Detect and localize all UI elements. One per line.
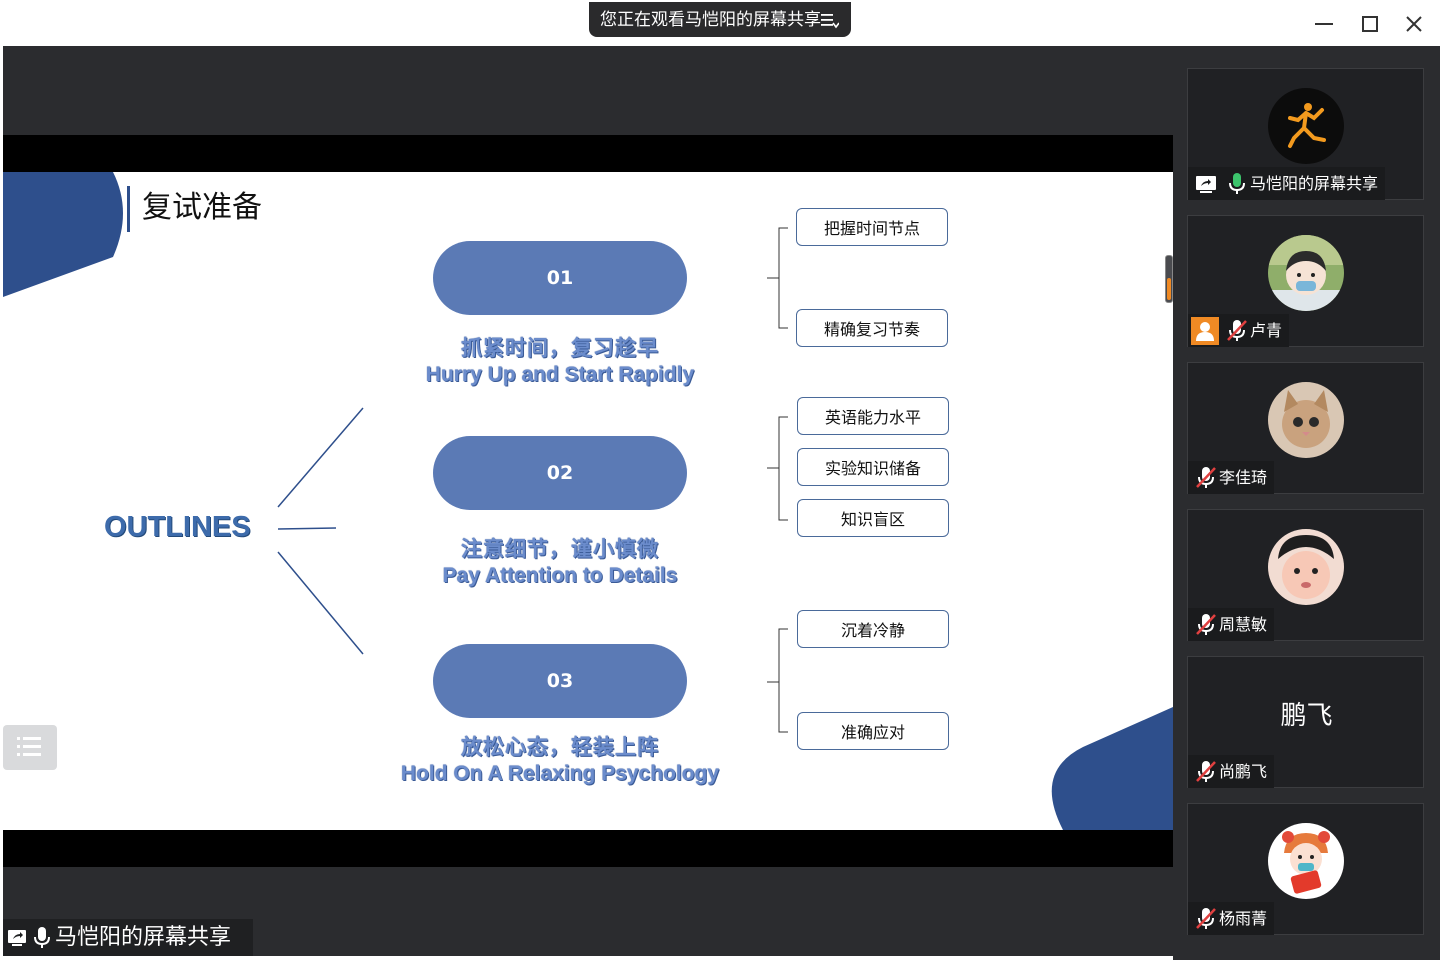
section-caption-en: Hurry Up and Start Rapidly <box>425 363 695 386</box>
section-caption-02: 注意细节，谨小慎微 Pay Attention to Details <box>360 537 760 589</box>
participant-tile[interactable]: 李佳琦 <box>1187 362 1424 494</box>
section-caption-cn: 放松心态，轻装上阵 <box>461 736 659 759</box>
section-pill-01: 01 <box>433 241 687 315</box>
child-face-avatar <box>1268 529 1344 605</box>
outline-item-box: 精确复习节奏 <box>796 309 948 347</box>
kitten-avatar <box>1268 382 1344 458</box>
microphone-muted-icon <box>1193 465 1219 491</box>
participant-name: 李佳琦 <box>1219 467 1268 487</box>
shared-screen-area: 复试准备 OUTLINES 01 抓紧时间，复习趁早 Hurry Up and … <box>3 46 1173 956</box>
screen-share-icon <box>8 930 26 946</box>
participant-tile[interactable]: 马恺阳的屏幕共享 <box>1187 68 1424 200</box>
participant-name: 马恺阳的屏幕共享 <box>1250 173 1379 193</box>
section-caption-03: 放松心态，轻装上阵 Hold On A Relaxing Psychology <box>360 735 760 787</box>
section-caption-en: Pay Attention to Details <box>442 564 678 587</box>
screen-share-banner[interactable]: 您正在观看马恺阳的屏幕共享 <box>589 2 851 37</box>
section-pill-02: 02 <box>433 436 687 510</box>
outline-item-box: 把握时间节点 <box>796 208 948 246</box>
participant-name: 尚鹏飞 <box>1219 761 1268 781</box>
participant-name: 卢青 <box>1250 320 1283 340</box>
participant-namebar: 马恺阳的屏幕共享 <box>1188 167 1386 200</box>
microphone-muted-icon <box>1193 612 1219 638</box>
participant-name: 杨雨菁 <box>1219 908 1268 928</box>
participant-sidebar: 马恺阳的屏幕共享 卢青 李佳琦 周慧敏 鹏飞 尚鹏飞 杨雨菁 <box>1165 46 1440 960</box>
participant-name: 周慧敏 <box>1219 614 1268 634</box>
slide-title: 复试准备 <box>142 190 262 225</box>
cartoon-face-avatar <box>1268 235 1344 311</box>
section-caption-01: 抓紧时间，复习趁早 Hurry Up and Start Rapidly <box>360 336 760 388</box>
microphone-icon <box>34 927 50 948</box>
outline-item-box: 实验知识储备 <box>797 448 949 486</box>
section-pill-03: 03 <box>433 644 687 718</box>
participant-namebar: 杨雨菁 <box>1188 902 1275 935</box>
presenter-name: 马恺阳的屏幕共享 <box>55 925 232 950</box>
participant-namebar: 李佳琦 <box>1188 461 1275 494</box>
banner-menu-icon[interactable] <box>819 10 839 30</box>
outline-item-box: 知识盲区 <box>797 499 949 537</box>
participant-namebar: 尚鹏飞 <box>1188 755 1275 788</box>
microphone-icon <box>1224 171 1250 197</box>
banner-text: 您正在观看马恺阳的屏幕共享 <box>600 10 821 30</box>
title-bar: 您正在观看马恺阳的屏幕共享 <box>0 0 1440 46</box>
outline-item-box: 沉着冷静 <box>797 610 949 648</box>
outlines-label: OUTLINES <box>104 511 251 543</box>
screen-share-icon <box>1193 171 1219 197</box>
section-caption-cn: 抓紧时间，复习趁早 <box>461 337 659 360</box>
title-accent-bar <box>127 186 130 232</box>
participant-namebar: 周慧敏 <box>1188 608 1275 641</box>
host-person-icon <box>1191 316 1219 345</box>
participant-tile[interactable]: 卢青 <box>1187 215 1424 347</box>
microphone-muted-icon <box>1193 906 1219 932</box>
participant-tile[interactable]: 鹏飞 尚鹏飞 <box>1187 656 1424 788</box>
participant-namebar: 卢青 <box>1188 314 1290 347</box>
microphone-muted-icon <box>1193 759 1219 785</box>
presenter-label: 马恺阳的屏幕共享 <box>3 919 253 956</box>
close-icon[interactable] <box>1400 10 1428 38</box>
slide-list-button[interactable] <box>3 725 57 770</box>
section-caption-en: Hold On A Relaxing Psychology <box>400 762 720 785</box>
outline-item-box: 准确应对 <box>797 712 949 750</box>
jumpman-logo-avatar <box>1268 88 1344 164</box>
participant-tile[interactable]: 杨雨菁 <box>1187 803 1424 935</box>
outline-item-box: 英语能力水平 <box>797 397 949 435</box>
letterbox-bottom <box>3 830 1173 867</box>
participant-display-name: 鹏飞 <box>1280 701 1333 731</box>
participant-tile[interactable]: 周慧敏 <box>1187 509 1424 641</box>
cartoon-girl-avatar <box>1268 823 1344 899</box>
minimize-icon[interactable] <box>1310 10 1338 38</box>
presentation-slide: 复试准备 OUTLINES 01 抓紧时间，复习趁早 Hurry Up and … <box>3 172 1173 830</box>
maximize-icon[interactable] <box>1356 10 1384 38</box>
microphone-muted-icon <box>1224 318 1250 344</box>
letterbox-top <box>3 135 1173 172</box>
list-icon <box>17 737 41 756</box>
sidebar-scrollbar[interactable] <box>1165 255 1173 303</box>
section-caption-cn: 注意细节，谨小慎微 <box>461 538 659 561</box>
